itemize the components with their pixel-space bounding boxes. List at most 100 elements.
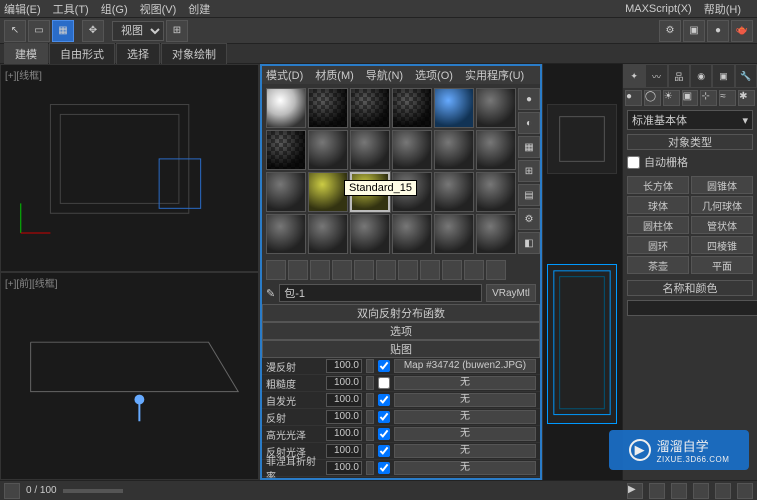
rollout-brdf[interactable]: 双向反射分布函数 — [262, 304, 540, 322]
material-slot-24[interactable] — [476, 214, 516, 254]
nav-zoom[interactable] — [671, 483, 687, 499]
material-slot-19[interactable] — [266, 214, 306, 254]
mat-parent[interactable] — [398, 260, 418, 280]
space-subtab[interactable]: ≈ — [719, 90, 736, 106]
render-frame[interactable]: ▣ — [683, 20, 705, 42]
param-spinner[interactable]: 100.0 — [326, 359, 362, 373]
object-btn-5[interactable]: 管状体 — [691, 216, 753, 234]
spinner-arrows[interactable] — [366, 393, 374, 407]
material-slot-13[interactable] — [266, 172, 306, 212]
render-btn[interactable]: 🫖 — [731, 20, 753, 42]
param-spinner[interactable]: 100.0 — [326, 410, 362, 424]
menu-view[interactable]: 视图(V) — [140, 1, 177, 17]
material-slot-4[interactable] — [392, 88, 432, 128]
material-slot-9[interactable] — [350, 130, 390, 170]
viewport-perspective[interactable]: [+][前][线框] — [0, 272, 259, 480]
material-slot-8[interactable] — [308, 130, 348, 170]
material-slot-7[interactable] — [266, 130, 306, 170]
menu-edit[interactable]: 编辑(E) — [4, 1, 41, 17]
mat-side-uv[interactable]: ⊞ — [518, 160, 540, 182]
object-btn-7[interactable]: 四棱锥 — [691, 236, 753, 254]
param-map-button[interactable]: Map #34742 (buwen2.JPG) — [394, 359, 536, 373]
param-spinner[interactable]: 100.0 — [326, 376, 362, 390]
param-spinner[interactable]: 100.0 — [326, 444, 362, 458]
material-slot-14[interactable] — [308, 172, 348, 212]
object-btn-3[interactable]: 几何球体 — [691, 196, 753, 214]
move-tool[interactable]: ✥ — [82, 20, 104, 42]
object-btn-0[interactable]: 长方体 — [627, 176, 689, 194]
mat-assign[interactable] — [310, 260, 330, 280]
mat-copy[interactable] — [354, 260, 374, 280]
param-map-button[interactable]: 无 — [394, 444, 536, 458]
mat-side-video[interactable]: ▤ — [518, 184, 540, 206]
material-slot-1[interactable] — [266, 88, 306, 128]
time-slider[interactable] — [63, 489, 123, 493]
param-enable-checkbox[interactable] — [378, 445, 390, 457]
rollout-maps[interactable]: 贴图 — [262, 340, 540, 358]
menu-maxscript[interactable]: MAXScript(X) — [625, 3, 692, 15]
material-slot-22[interactable] — [392, 214, 432, 254]
object-btn-2[interactable]: 球体 — [627, 196, 689, 214]
mat-side-map[interactable]: ◧ — [518, 232, 540, 254]
select-region-tool[interactable]: ▦ — [52, 20, 74, 42]
play-btn[interactable]: ▶ — [627, 483, 643, 499]
spinner-arrows[interactable] — [366, 410, 374, 424]
helpers-subtab[interactable]: ⊹ — [700, 90, 717, 106]
geometry-category-dropdown[interactable]: 标准基本体▾ — [627, 110, 753, 130]
material-slot-17[interactable] — [434, 172, 474, 212]
material-slot-20[interactable] — [308, 214, 348, 254]
mat-show[interactable] — [420, 260, 440, 280]
param-enable-checkbox[interactable] — [378, 462, 390, 474]
material-slot-18[interactable] — [476, 172, 516, 212]
spinner-arrows[interactable] — [366, 376, 374, 390]
spinner-arrows[interactable] — [366, 461, 374, 475]
nav-pan[interactable] — [693, 483, 709, 499]
object-type-rollout[interactable]: 对象类型 — [627, 134, 753, 150]
nav-max[interactable] — [737, 483, 753, 499]
geometry-subtab[interactable]: ● — [625, 90, 642, 106]
motion-tab[interactable]: ◉ — [690, 64, 712, 88]
mat-get[interactable] — [266, 260, 286, 280]
mat-menu-navigation[interactable]: 导航(N) — [366, 67, 403, 83]
viewport-selector[interactable]: 视图 — [112, 21, 164, 41]
param-spinner[interactable]: 100.0 — [326, 427, 362, 441]
viewport-top[interactable]: [+][线框] — [0, 64, 259, 272]
material-slot-2[interactable] — [308, 88, 348, 128]
param-spinner[interactable]: 100.0 — [326, 461, 362, 475]
menu-help[interactable]: 帮助(H) — [704, 1, 741, 17]
param-enable-checkbox[interactable] — [378, 411, 390, 423]
mat-side-background[interactable]: ▦ — [518, 136, 540, 158]
display-tab[interactable]: ▣ — [712, 64, 734, 88]
render-setup[interactable]: ⚙ — [659, 20, 681, 42]
spinner-arrows[interactable] — [366, 359, 374, 373]
object-btn-1[interactable]: 圆锥体 — [691, 176, 753, 194]
param-spinner[interactable]: 100.0 — [326, 393, 362, 407]
tab-objectpaint[interactable]: 对象绘制 — [161, 43, 227, 64]
mat-put[interactable] — [288, 260, 308, 280]
systems-subtab[interactable]: ✱ — [738, 90, 755, 106]
timeline-config[interactable] — [4, 483, 20, 499]
tab-selection[interactable]: 选择 — [116, 43, 160, 64]
object-btn-4[interactable]: 圆柱体 — [627, 216, 689, 234]
mat-side-backlight[interactable]: ◐ — [518, 112, 540, 134]
tab-freeform[interactable]: 自由形式 — [49, 43, 115, 64]
spinner-arrows[interactable] — [366, 427, 374, 441]
mat-reset[interactable] — [332, 260, 352, 280]
param-map-button[interactable]: 无 — [394, 376, 536, 390]
modify-tab[interactable]: 〰 — [645, 64, 667, 88]
nav-orbit[interactable] — [715, 483, 731, 499]
param-map-button[interactable]: 无 — [394, 410, 536, 424]
mat-side-sample[interactable]: ● — [518, 88, 540, 110]
create-tab[interactable]: ✦ — [623, 64, 645, 88]
menu-group[interactable]: 组(G) — [101, 1, 128, 17]
name-color-rollout[interactable]: 名称和颜色 — [627, 280, 753, 296]
mat-navigator[interactable] — [464, 260, 484, 280]
param-enable-checkbox[interactable] — [378, 360, 390, 372]
material-type-button[interactable]: VRayMtl — [486, 284, 536, 302]
dropper-icon[interactable]: ✎ — [266, 287, 275, 300]
material-slot-6[interactable] — [476, 88, 516, 128]
material-name-input[interactable] — [279, 284, 482, 302]
material-slot-23[interactable] — [434, 214, 474, 254]
material-slot-12[interactable] — [476, 130, 516, 170]
autogrid-checkbox[interactable] — [627, 156, 640, 169]
